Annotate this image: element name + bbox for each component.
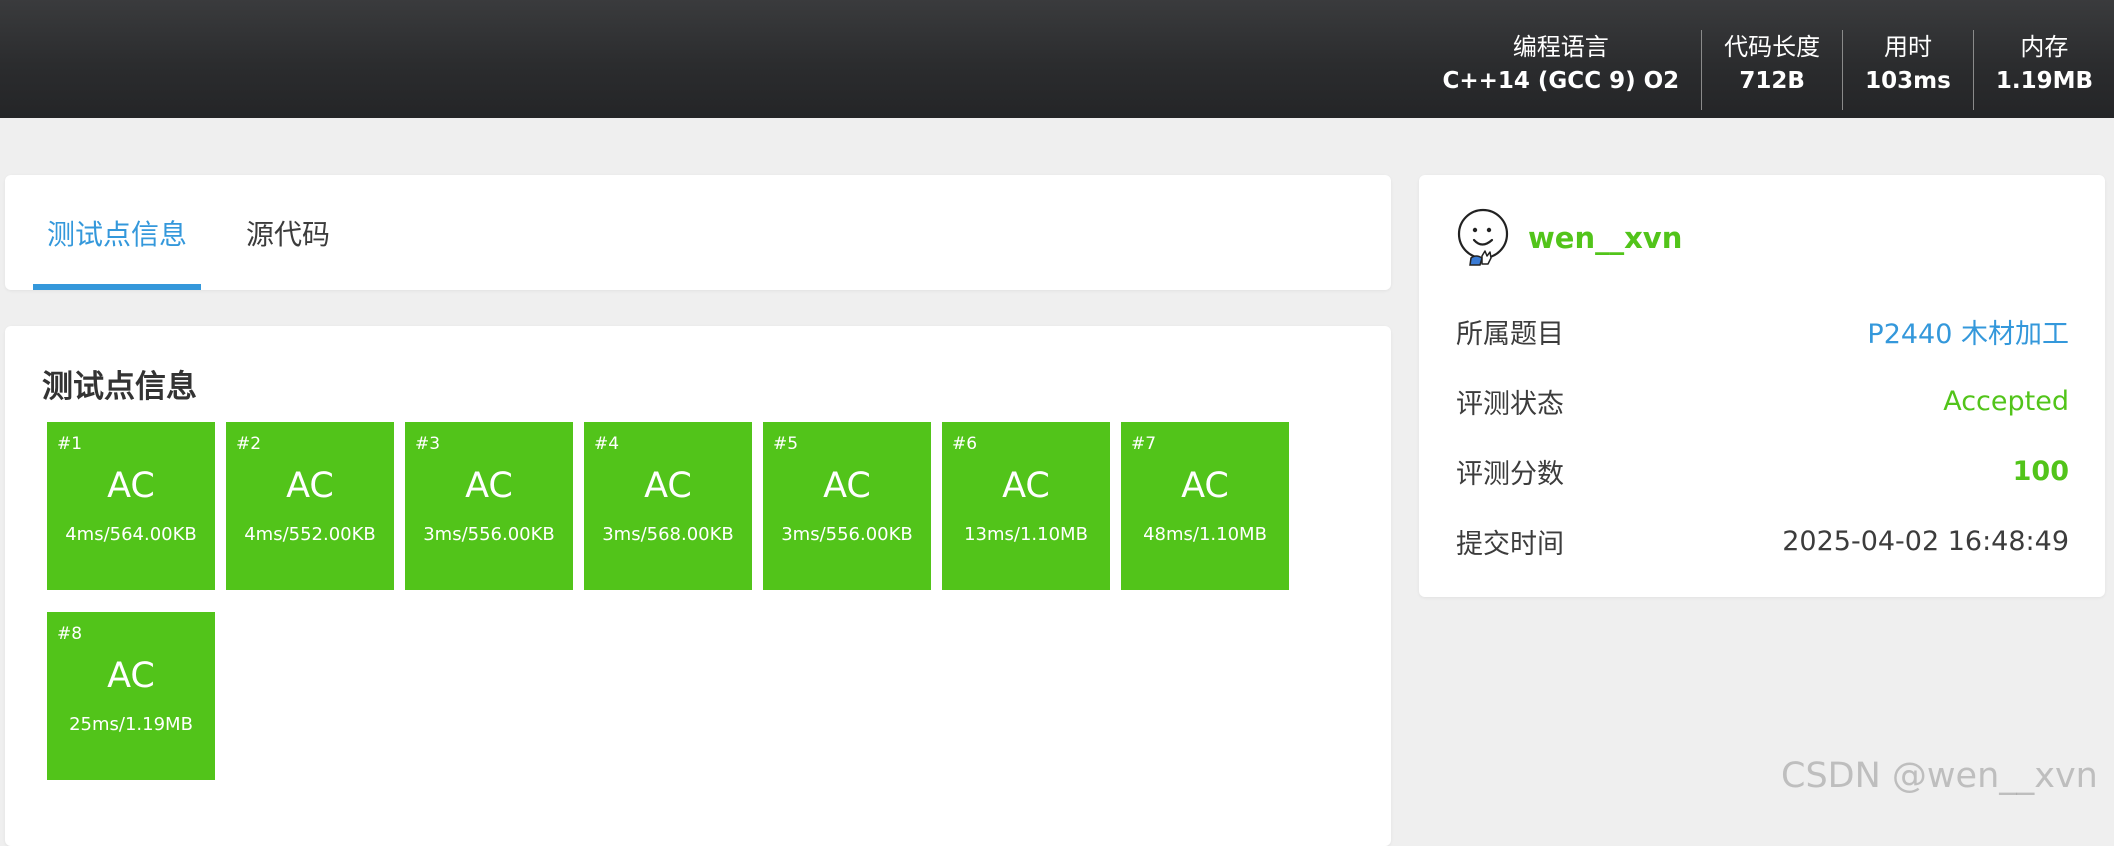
case-detail: 4ms/564.00KB: [65, 524, 197, 545]
top-bar: 编程语言 C++14 (GCC 9) O2 代码长度 712B 用时 103ms…: [0, 0, 2114, 118]
stat-value: C++14 (GCC 9) O2: [1442, 68, 1680, 94]
info-label: 所属题目: [1456, 318, 1564, 350]
case-detail: 3ms/568.00KB: [602, 524, 734, 545]
stat-label: 内存: [2020, 33, 2069, 61]
stat-value: 712B: [1739, 68, 1805, 94]
case-id: #7: [1131, 434, 1157, 454]
submission-stats: 编程语言 C++14 (GCC 9) O2 代码长度 712B 用时 103ms…: [1420, 30, 2093, 110]
stat-value: 103ms: [1865, 68, 1951, 94]
case-detail: 4ms/552.00KB: [244, 524, 376, 545]
stat-value: 1.19MB: [1995, 68, 2093, 94]
stat-language: 编程语言 C++14 (GCC 9) O2: [1420, 30, 1701, 110]
user-row: wen__xvn: [1456, 208, 1682, 268]
section-title: 测试点信息: [42, 369, 197, 405]
case-id: #2: [236, 434, 262, 454]
test-case-4[interactable]: #4 AC 3ms/568.00KB: [584, 422, 752, 590]
case-id: #6: [952, 434, 978, 454]
case-id: #1: [57, 434, 83, 454]
stat-memory: 内存 1.19MB: [1972, 30, 2093, 110]
tab-source-code[interactable]: 源代码: [231, 175, 345, 290]
test-case-5[interactable]: #5 AC 3ms/556.00KB: [763, 422, 931, 590]
case-status: AC: [107, 656, 155, 696]
case-status: AC: [1181, 466, 1229, 506]
info-label: 评测状态: [1456, 388, 1564, 420]
case-detail: 25ms/1.19MB: [69, 714, 193, 735]
judge-score: 100: [2012, 455, 2069, 487]
test-case-7[interactable]: #7 AC 48ms/1.10MB: [1121, 422, 1289, 590]
watermark: CSDN @wen__xvn: [1781, 756, 2098, 796]
test-cases-card: 测试点信息 #1 AC 4ms/564.00KB #2 AC 4ms/552.0…: [5, 326, 1391, 846]
stat-label: 编程语言: [1512, 33, 1609, 61]
info-row-score: 评测分数 100: [1456, 451, 2069, 491]
info-label: 提交时间: [1456, 528, 1564, 560]
submit-time: 2025-04-02 16:48:49: [1782, 525, 2069, 557]
info-row-problem: 所属题目 P2440 木材加工: [1456, 311, 2069, 351]
stat-time: 用时 103ms: [1842, 30, 1973, 110]
case-id: #4: [594, 434, 620, 454]
case-status: AC: [1002, 466, 1050, 506]
test-case-8[interactable]: #8 AC 25ms/1.19MB: [47, 612, 215, 780]
case-id: #3: [415, 434, 441, 454]
stat-code-length: 代码长度 712B: [1701, 30, 1842, 110]
case-detail: 13ms/1.10MB: [964, 524, 1088, 545]
username-link[interactable]: wen__xvn: [1528, 221, 1682, 255]
case-status: AC: [823, 466, 871, 506]
test-case-3[interactable]: #3 AC 3ms/556.00KB: [405, 422, 573, 590]
case-status: AC: [286, 466, 334, 506]
tabs-card: 测试点信息 源代码: [5, 175, 1391, 290]
tab-test-cases[interactable]: 测试点信息: [33, 175, 201, 290]
info-row-status: 评测状态 Accepted: [1456, 381, 2069, 421]
active-tab-indicator: [33, 284, 201, 290]
case-id: #8: [57, 624, 83, 644]
problem-link[interactable]: P2440 木材加工: [1867, 312, 2069, 351]
stat-label: 代码长度: [1724, 33, 1821, 61]
info-row-submit-time: 提交时间 2025-04-02 16:48:49: [1456, 521, 2069, 561]
case-status: AC: [644, 466, 692, 506]
case-detail: 3ms/556.00KB: [781, 524, 913, 545]
avatar-icon[interactable]: [1456, 208, 1512, 268]
case-status: AC: [465, 466, 513, 506]
case-status: AC: [107, 466, 155, 506]
info-label: 评测分数: [1456, 458, 1564, 490]
case-id: #5: [773, 434, 799, 454]
test-case-1[interactable]: #1 AC 4ms/564.00KB: [47, 422, 215, 590]
test-case-6[interactable]: #6 AC 13ms/1.10MB: [942, 422, 1110, 590]
test-case-2[interactable]: #2 AC 4ms/552.00KB: [226, 422, 394, 590]
stat-label: 用时: [1883, 33, 1932, 61]
submission-info-card: wen__xvn 所属题目 P2440 木材加工 评测状态 Accepted 评…: [1419, 175, 2105, 597]
judge-status: Accepted: [1943, 385, 2069, 417]
case-detail: 3ms/556.00KB: [423, 524, 555, 545]
case-detail: 48ms/1.10MB: [1143, 524, 1267, 545]
